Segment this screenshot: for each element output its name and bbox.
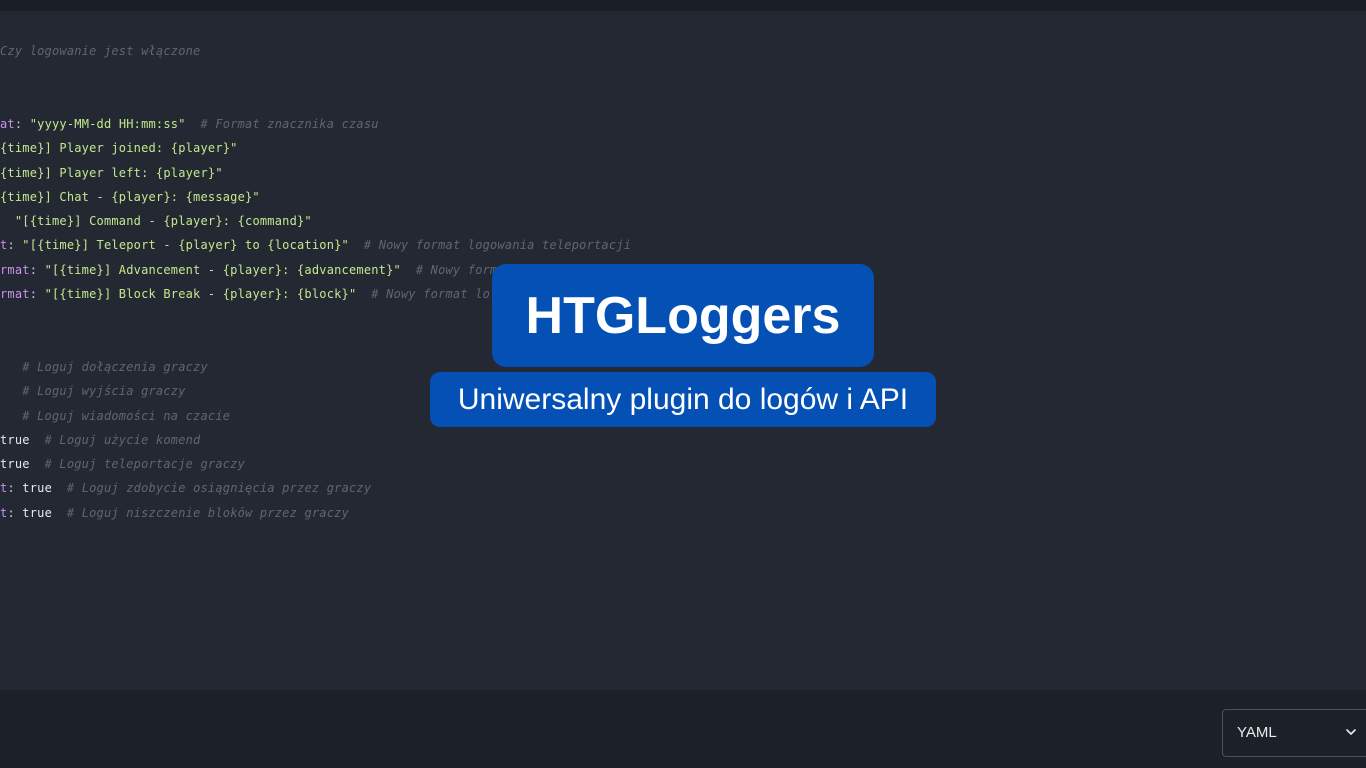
code-line: t: true # Loguj niszczenie bloków przez … — [0, 503, 349, 523]
code-token: : — [29, 262, 45, 277]
code-token: : — [14, 116, 30, 131]
code-token: rmat — [0, 262, 30, 277]
code-token: # Nowy format logowania teleportacji — [363, 238, 632, 253]
code-line: at: "yyyy-MM-dd HH:mm:ss" # Format znacz… — [0, 114, 379, 134]
code-line: true # Loguj użycie komend — [0, 430, 200, 450]
code-token: # Loguj wiadomości na czacie — [22, 408, 231, 423]
code-line: # Loguj dołączenia graczy — [0, 357, 208, 377]
code-token: true — [22, 505, 52, 520]
code-token: {time}] Player left: {player}" — [0, 165, 223, 180]
language-select[interactable]: YAML — [1222, 709, 1366, 757]
code-line: true # Loguj teleportacje graczy — [0, 454, 245, 474]
code-token: "[{time}] Advancement - {player}: {advan… — [44, 262, 401, 277]
code-token: "[{time}] Block Break - {player}: {block… — [44, 287, 357, 301]
code-line: t: true # Loguj zdobycie osiągnięcia prz… — [0, 478, 371, 498]
code-token: # Loguj zdobycie osiągnięcia przez gracz… — [66, 481, 372, 496]
code-token: true — [0, 432, 30, 447]
code-token: # Nowy format lo — [371, 287, 491, 301]
code-token: rmat — [0, 287, 30, 301]
code-token: true — [22, 481, 52, 496]
language-select-value: YAML — [1237, 724, 1277, 741]
code-token: : — [29, 287, 45, 301]
code-token: : — [7, 505, 23, 520]
code-line: "[{time}] Command - {player}: {command}" — [0, 211, 312, 231]
code-token: "yyyy-MM-dd HH:mm:ss" — [29, 116, 186, 131]
code-token: # Loguj teleportacje graczy — [44, 457, 246, 472]
code-line: {time}] Player left: {player}" — [0, 163, 223, 183]
code-token: : — [7, 238, 23, 253]
title-badge: HTGLoggers — [492, 264, 874, 367]
code-line: {time}] Player joined: {player}" — [0, 138, 238, 158]
code-line: # Loguj wiadomości na czacie — [0, 406, 230, 426]
code-token: at — [0, 116, 15, 131]
code-token: # Loguj użycie komend — [44, 432, 201, 447]
code-line: rmat: "[{time}] Block Break - {player}: … — [0, 284, 490, 304]
code-token: # Format znacznika czasu — [200, 116, 379, 131]
code-token: # Loguj wyjścia graczy — [22, 384, 186, 399]
code-token: # Loguj niszczenie bloków przez graczy — [66, 505, 349, 520]
code-token: "[{time}] Command - {player}: {command}" — [14, 214, 312, 229]
code-token: "[{time}] Teleport - {player} to {locati… — [22, 238, 349, 253]
code-token: true — [0, 457, 30, 472]
code-line: # Loguj wyjścia graczy — [0, 381, 186, 401]
code-token: : — [7, 481, 23, 496]
code-line: rmat: "[{time}] Advancement - {player}: … — [0, 260, 512, 280]
subtitle-badge: Uniwersalny plugin do logów i API — [430, 372, 936, 427]
bottom-toolbar — [0, 690, 1366, 768]
code-line: t: "[{time}] Teleport - {player} to {loc… — [0, 235, 631, 255]
code-line: {time}] Chat - {player}: {message}" — [0, 187, 260, 207]
code-token: {time}] Chat - {player}: {message}" — [0, 189, 260, 204]
code-line: Czy logowanie jest włączone — [0, 41, 200, 61]
code-token: {time}] Player joined: {player}" — [0, 141, 238, 156]
top-bar — [0, 0, 1366, 11]
code-token: Czy logowanie jest włączone — [0, 44, 201, 58]
code-token: # Loguj dołączenia graczy — [22, 359, 208, 374]
chevron-down-icon — [1346, 729, 1356, 735]
